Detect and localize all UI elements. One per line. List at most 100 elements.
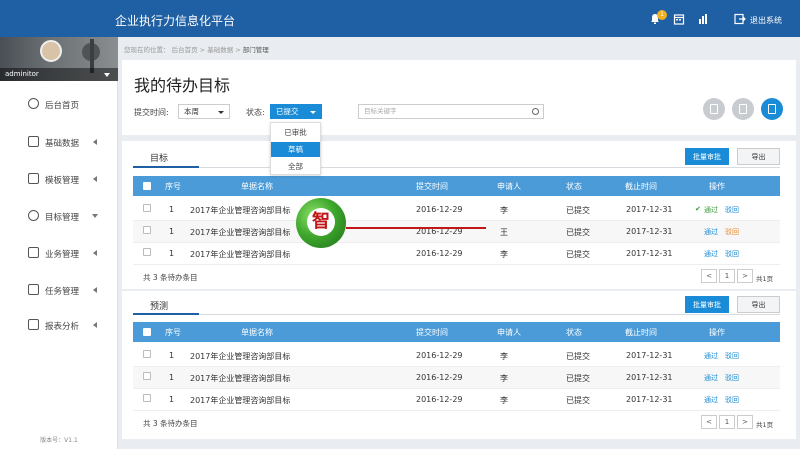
sidebar-item-report[interactable]: 报表分析 [0, 315, 118, 335]
col-header: 序号 [165, 182, 181, 191]
row-checkbox[interactable] [143, 350, 151, 358]
row-checkbox[interactable] [143, 372, 151, 380]
cell-applicant: 王 [500, 228, 508, 237]
breadcrumb-item[interactable]: 基础数据 [207, 46, 233, 54]
status-select[interactable]: 已提交 [270, 104, 322, 119]
approve-link[interactable]: 通过 [704, 395, 718, 405]
table-footer-count: 共 3 条待办条目 [143, 273, 198, 282]
submit-time-label: 提交时间: [134, 108, 169, 117]
cell-status: 已提交 [566, 352, 590, 361]
reject-link[interactable]: 驳回 [725, 373, 739, 383]
cell-deadline: 2017-12-31 [626, 373, 673, 382]
select-all-checkbox[interactable] [143, 182, 151, 190]
search-placeholder: 目标关键字 [364, 107, 397, 115]
cell-name: 2017年企业管理咨询部目标 [190, 228, 291, 237]
chevron-down-icon[interactable] [104, 73, 110, 77]
status-option-draft[interactable]: 草稿 [271, 142, 320, 157]
row-checkbox[interactable] [143, 204, 151, 212]
prev-page-button[interactable]: < [701, 269, 717, 283]
tab-forecast[interactable]: 预测 [150, 299, 168, 312]
table-row[interactable]: 1 2017年企业管理咨询部目标 2016-12-29 李 已提交 2017-1… [133, 345, 780, 367]
page-number[interactable]: 1 [719, 269, 735, 283]
list-view-button[interactable] [761, 98, 783, 120]
clipboard-button[interactable] [703, 98, 725, 120]
logout-button[interactable]: 退出系统 [750, 15, 782, 26]
cell-applicant: 李 [500, 374, 508, 383]
row-checkbox[interactable] [143, 394, 151, 402]
cell-deadline: 2017-12-31 [626, 205, 673, 214]
sidebar-item-home[interactable]: 后台首页 [0, 94, 118, 114]
table-footer-count: 共 3 条待办条目 [143, 419, 198, 428]
cell-name: 2017年企业管理咨询部目标 [190, 352, 291, 361]
table-row[interactable]: 1 2017年企业管理咨询部目标 2016-12-29 李 已提交 2017-1… [133, 243, 780, 265]
prev-page-button[interactable]: < [701, 415, 717, 429]
row-checkbox[interactable] [143, 226, 151, 234]
top-bar: 企业执行力信息化平台 1 退出系统 [0, 0, 800, 37]
table-row[interactable]: 1 2017年企业管理咨询部目标 2016-12-29 李 已提交 2017-1… [133, 199, 780, 221]
tab-target[interactable]: 目标 [150, 151, 168, 164]
sidebar-item-target[interactable]: 目标管理 [0, 206, 118, 226]
export-button[interactable]: 导出 [737, 148, 780, 165]
status-option-all[interactable]: 全部 [271, 159, 320, 174]
table-row[interactable]: 1 2017年企业管理咨询部目标 2016-12-29 李 已提交 2017-1… [133, 367, 780, 389]
approve-link[interactable]: 通过 [704, 373, 718, 383]
user-profile[interactable]: adminitor [0, 37, 118, 81]
cell-time: 2016-12-29 [416, 351, 463, 360]
reject-link[interactable]: 驳回 [725, 395, 739, 405]
sidebar-item-label: 模板管理 [45, 176, 80, 186]
reject-link[interactable]: 驳回 [725, 227, 739, 237]
approve-link[interactable]: 通过 [704, 249, 718, 259]
reject-link[interactable]: 驳回 [725, 351, 739, 361]
table-row[interactable]: 1 2017年企业管理咨询部目标 2016-12-29 王 已提交 2017-1… [133, 221, 780, 243]
reject-link[interactable]: 驳回 [725, 249, 739, 259]
cell-applicant: 李 [500, 250, 508, 259]
breadcrumb-item[interactable]: 后台首页 [172, 46, 198, 54]
page-title: 我的待办目标 [134, 76, 231, 95]
col-header: 截止时间 [625, 182, 657, 191]
col-header: 状态 [566, 328, 582, 337]
home-icon [28, 98, 39, 109]
status-option-approved[interactable]: 已审批 [271, 125, 320, 140]
sidebar-item-template[interactable]: 模板管理 [0, 169, 118, 189]
sidebar-item-label: 后台首页 [45, 101, 80, 111]
cell-no: 1 [169, 373, 175, 382]
row-checkbox[interactable] [143, 248, 151, 256]
template-icon [28, 173, 39, 184]
submit-time-value: 本周 [184, 107, 199, 116]
cell-time: 2016-12-29 [416, 395, 463, 404]
chevron-left-icon [93, 176, 97, 182]
logout-icon[interactable] [734, 13, 746, 25]
search-input[interactable]: 目标关键字 [358, 104, 544, 119]
export-button[interactable]: 导出 [737, 296, 780, 313]
sidebar: adminitor 后台首页 基础数据 模板管理 目标管理 业务管理 任务管理 … [0, 37, 118, 449]
next-page-button[interactable]: > [737, 415, 753, 429]
clipboard-icon [710, 104, 718, 114]
sidebar-item-basic-data[interactable]: 基础数据 [0, 132, 118, 152]
caret-down-icon [218, 111, 224, 114]
sidebar-item-task[interactable]: 任务管理 [0, 280, 118, 300]
calendar-button[interactable] [732, 98, 754, 120]
briefcase-icon [28, 247, 39, 258]
cell-status: 已提交 [566, 206, 590, 215]
batch-approve-button[interactable]: 批量审批 [685, 148, 729, 165]
submit-time-select[interactable]: 本周 [178, 104, 230, 119]
cell-name: 2017年企业管理咨询部目标 [190, 374, 291, 383]
reject-link[interactable]: 驳回 [725, 205, 739, 215]
search-icon[interactable] [532, 108, 539, 115]
table-row[interactable]: 1 2017年企业管理咨询部目标 2016-12-29 李 已提交 2017-1… [133, 389, 780, 411]
approve-link[interactable]: 通过 [704, 205, 718, 215]
sidebar-item-business[interactable]: 业务管理 [0, 243, 118, 263]
chevron-left-icon [93, 287, 97, 293]
batch-approve-button[interactable]: 批量审批 [685, 296, 729, 313]
approve-link[interactable]: 通过 [704, 351, 718, 361]
cell-deadline: 2017-12-31 [626, 351, 673, 360]
col-header: 截止时间 [625, 328, 657, 337]
bar-chart-icon[interactable] [697, 13, 709, 25]
next-page-button[interactable]: > [737, 269, 753, 283]
approve-link[interactable]: 通过 [704, 227, 718, 237]
chart-icon [28, 319, 39, 330]
calendar-icon[interactable] [673, 13, 685, 25]
select-all-checkbox[interactable] [143, 328, 151, 336]
caret-down-icon [310, 111, 316, 114]
page-number[interactable]: 1 [719, 415, 735, 429]
